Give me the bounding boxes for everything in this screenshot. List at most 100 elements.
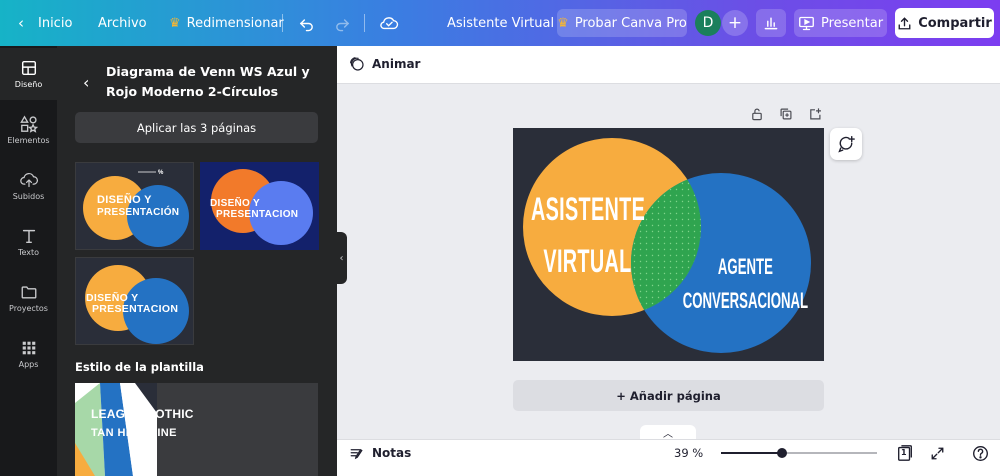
zoom-percentage[interactable]: 39 % <box>674 446 703 460</box>
back-button[interactable]: ‹ <box>83 73 89 92</box>
comment-plus-icon <box>838 135 855 153</box>
design-right-text-line2: CONVERSACIONAL <box>682 288 809 313</box>
page-thumbnail-1[interactable]: DISEÑO Y PRESENTACIÓN % <box>75 162 194 250</box>
resize-button[interactable]: ♛ Redimensionar <box>169 0 284 46</box>
apply-all-pages-button[interactable]: Aplicar las 3 páginas <box>75 112 318 143</box>
present-button[interactable]: Presentar <box>794 9 887 37</box>
share-upload-icon <box>898 16 911 29</box>
template-style-heading: Estilo de la plantilla <box>75 360 204 374</box>
style-font-primary: LEAGUE GOTHIC <box>91 407 194 421</box>
shapes-icon <box>19 115 38 133</box>
notes-icon <box>350 448 363 459</box>
chevron-left-icon: ‹ <box>83 73 90 92</box>
notes-button[interactable]: Notas <box>349 445 411 461</box>
design-left-text-line2: VIRTUAL <box>543 243 632 279</box>
try-pro-label: Probar Canva Pro <box>574 15 687 31</box>
fullscreen-button[interactable] <box>927 443 947 463</box>
thumbnail-text-line1: DISEÑO Y <box>97 194 152 206</box>
collapse-panel-handle[interactable]: ‹ <box>336 232 347 284</box>
document-title[interactable]: Asistente Virtual <box>447 0 554 46</box>
rail-item-label: Elementos <box>7 136 50 145</box>
rail-item-label: Texto <box>17 248 40 257</box>
folder-icon <box>21 286 36 299</box>
style-font-secondary: TAN HEADLINE <box>91 427 177 439</box>
rail-item-uploads[interactable]: Subidos <box>0 160 57 212</box>
crown-icon: ♛ <box>169 15 181 31</box>
rail-item-apps[interactable]: Apps <box>0 328 57 380</box>
left-rail: Diseño Elementos Subidos Texto Proyectos… <box>0 46 57 476</box>
page-number-text: 1 <box>901 448 907 457</box>
page-number-button[interactable]: 1 <box>895 443 915 463</box>
page-thumbnail-2[interactable]: DISEÑO Y PRESENTACION <box>200 162 319 250</box>
animate-button[interactable]: Animar <box>349 56 420 72</box>
document-title-text: Asistente Virtual <box>447 15 555 31</box>
divider <box>364 14 365 32</box>
rail-item-design[interactable]: Diseño <box>0 48 57 100</box>
chevron-left-icon: ‹ <box>339 252 344 264</box>
avatar[interactable]: D <box>695 10 721 36</box>
lock-icon[interactable] <box>748 105 766 123</box>
crown-icon: ♛ <box>557 15 569 31</box>
cloud-save-status[interactable] <box>379 0 399 46</box>
thumbnail-text-line2: PRESENTACION <box>216 209 299 220</box>
file-menu[interactable]: Archivo <box>98 0 147 46</box>
editor-toolbar <box>337 46 1000 84</box>
apply-all-pages-label: Aplicar las 3 páginas <box>136 120 257 135</box>
rail-item-projects[interactable]: Proyectos <box>0 272 57 324</box>
undo-icon <box>299 18 313 31</box>
thumbnail-percent-label: % <box>158 170 164 176</box>
file-label: Archivo <box>98 15 147 31</box>
redo-button[interactable] <box>334 0 351 46</box>
zoom-slider[interactable] <box>721 448 877 458</box>
apps-grid-icon <box>22 341 35 355</box>
design-right-text-line1: AGENTE <box>717 254 773 279</box>
help-icon <box>972 445 988 461</box>
expand-pages-button[interactable]: ︿ <box>640 425 696 440</box>
invite-button[interactable]: + <box>722 10 748 36</box>
chevron-left-icon: ‹ <box>18 14 24 32</box>
layout-icon <box>21 60 36 76</box>
add-comment-button[interactable] <box>830 128 862 160</box>
home-label: Inicio <box>38 15 73 31</box>
try-pro-button[interactable]: ♛ Probar Canva Pro <box>557 9 687 37</box>
design-left-text-line1: ASISTENTE <box>531 191 646 227</box>
home-button[interactable]: ‹ Inicio <box>18 0 72 46</box>
expand-icon <box>931 447 943 459</box>
notes-label: Notas <box>372 446 412 460</box>
present-label: Presentar <box>820 15 884 31</box>
template-title: Diagrama de Venn WS Azul y Rojo Moderno … <box>106 64 310 99</box>
thumbnail-text-line2: PRESENTACIÓN <box>97 207 180 218</box>
cloud-check-icon <box>380 17 399 30</box>
share-button[interactable]: Compartir <box>895 8 994 38</box>
design-canvas[interactable]: ASISTENTE VIRTUAL AGENTE CONVERSACIONAL <box>513 128 824 361</box>
undo-button[interactable] <box>298 0 315 46</box>
rail-item-elements[interactable]: Elementos <box>0 104 57 156</box>
page-thumbnail-3[interactable]: DISEÑO Y PRESENTACION <box>75 257 194 345</box>
add-page-label: + Añadir página <box>616 388 721 403</box>
upload-cloud-icon <box>19 172 38 188</box>
help-button[interactable] <box>970 443 990 463</box>
animate-icon <box>349 57 364 71</box>
rail-item-label: Subidos <box>12 192 45 201</box>
redo-icon <box>336 18 350 31</box>
rail-item-label: Proyectos <box>9 304 48 313</box>
duplicate-page-icon[interactable] <box>777 105 795 123</box>
add-page-icon[interactable] <box>806 105 824 123</box>
avatar-initial: D <box>702 15 714 31</box>
rail-item-label: Diseño <box>14 80 43 89</box>
animate-label: Animar <box>372 57 421 71</box>
page-tools <box>748 105 824 123</box>
zoom-slider-fill <box>721 452 782 454</box>
divider <box>282 14 283 32</box>
top-bar: ‹ Inicio Archivo ♛ Redimensionar Asisten… <box>0 0 1000 46</box>
present-icon <box>799 16 814 30</box>
text-icon <box>22 229 35 244</box>
add-page-button[interactable]: + Añadir página <box>513 380 824 411</box>
resize-label: Redimensionar <box>186 15 284 31</box>
zoom-slider-knob[interactable] <box>777 448 787 458</box>
insights-button[interactable] <box>756 9 786 37</box>
plus-icon: + <box>727 13 743 33</box>
thumbnail-text-line2: PRESENTACION <box>92 303 179 315</box>
rail-item-label: Apps <box>18 360 39 369</box>
rail-item-text[interactable]: Texto <box>0 216 57 268</box>
